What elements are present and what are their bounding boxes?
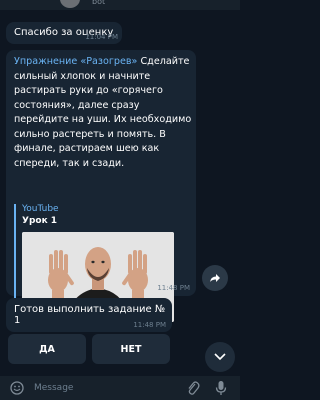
message-time: 11:04 PM	[85, 33, 118, 41]
share-icon	[210, 274, 220, 282]
preview-site-name: YouTube	[22, 204, 59, 214]
scroll-down-button[interactable]	[205, 342, 235, 372]
message-bubble[interactable]: Упражнение «Разогрев» Сделайте сильный х…	[6, 50, 196, 326]
yes-button[interactable]: ДА	[8, 334, 86, 364]
message-body: Сделайте сильный хлопок и начните растир…	[14, 56, 192, 169]
smile-icon[interactable]	[10, 381, 24, 395]
preview-title: Урок 1	[22, 216, 58, 226]
exercise-link[interactable]: Упражнение «Разогрев»	[14, 56, 137, 67]
message-time: 11:48 PM	[133, 321, 166, 329]
avatar[interactable]	[60, 0, 80, 8]
bot-label: bot	[92, 0, 106, 6]
paperclip-icon[interactable]	[186, 380, 200, 396]
share-button[interactable]	[202, 265, 228, 291]
message-bubble[interactable]: Готов выполнить задание № 1 11:48 PM	[6, 298, 172, 332]
chevron-down-icon	[214, 353, 226, 361]
message-text: Упражнение «Разогрев» Сделайте сильный х…	[14, 55, 192, 171]
chat-header: bot	[0, 0, 240, 10]
message-bubble[interactable]: Спасибо за оценку 11:04 PM	[6, 22, 122, 44]
message-input-bar	[0, 376, 240, 400]
message-input[interactable]	[34, 381, 154, 395]
no-button[interactable]: НЕТ	[92, 334, 170, 364]
message-time: 11:48 PM	[157, 284, 190, 292]
microphone-icon[interactable]	[214, 380, 228, 396]
